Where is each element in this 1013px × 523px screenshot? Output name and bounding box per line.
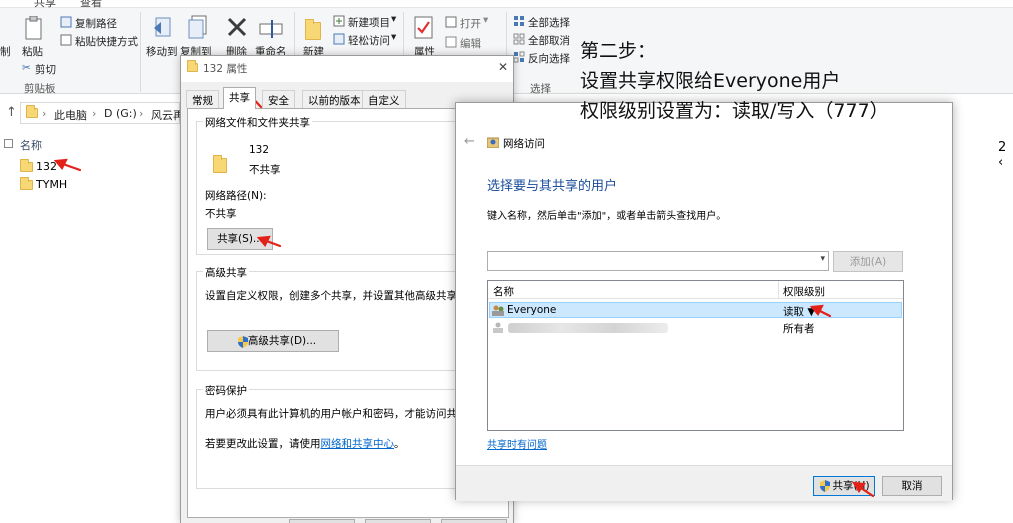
arrow-to-share-confirm bbox=[851, 481, 875, 498]
arrow-to-permission bbox=[809, 304, 832, 318]
annotation-arrows bbox=[53, 87, 875, 498]
tab-sharing[interactable]: 共享 bbox=[223, 87, 256, 109]
arrow-to-share-button bbox=[256, 235, 282, 248]
arrow-to-folder-132 bbox=[53, 158, 82, 172]
